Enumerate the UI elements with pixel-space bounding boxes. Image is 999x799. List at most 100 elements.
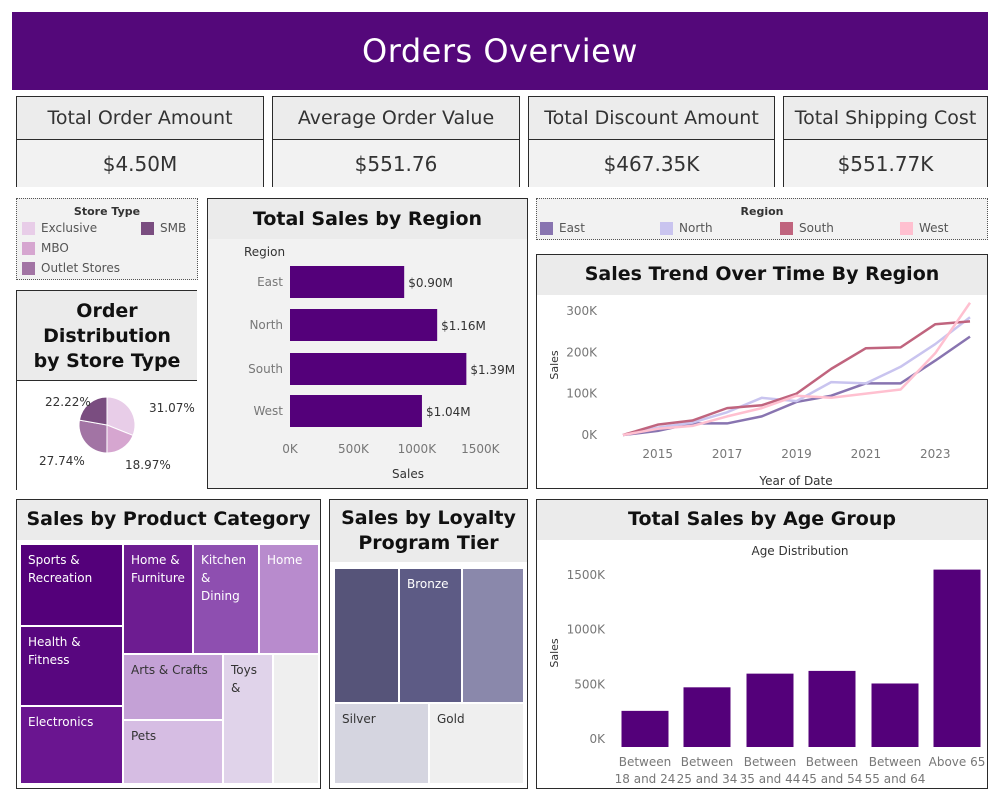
legend-item-smb[interactable]: SMB xyxy=(141,221,186,235)
treemap-tile[interactable]: Bronze xyxy=(399,568,462,703)
product-category-panel: Sales by Product Category Sports & Recre… xyxy=(16,499,321,789)
treemap-tile[interactable]: Sports & Recreation xyxy=(20,544,123,626)
chart-subtitle: Age Distribution xyxy=(751,544,848,558)
line-series-east xyxy=(622,335,971,437)
y-tick-label: 500K xyxy=(574,677,606,691)
treemap-tile[interactable]: Toys & xyxy=(223,654,273,784)
kpi-value: $4.50M xyxy=(17,140,263,187)
panel-title: Sales Trend Over Time By Region xyxy=(537,255,987,295)
panel-title: Total Sales by Age Group xyxy=(537,500,987,540)
store-type-legend[interactable]: Store Type Exclusive SMB MBO Outlet Stor… xyxy=(16,198,198,280)
legend-item-north[interactable]: North xyxy=(660,221,713,235)
store-type-pie-panel: Order Distribution by Store Type 31.07% 1… xyxy=(16,290,197,490)
loyalty-tier-treemap[interactable]: Bronze Silver Gold xyxy=(334,568,524,784)
page-title: Orders Overview xyxy=(362,32,638,70)
legend-label: West xyxy=(919,221,949,235)
y-axis-title: Sales xyxy=(548,638,561,668)
y-tick-label: 1000K xyxy=(567,623,607,637)
bar-north xyxy=(290,309,438,341)
kpi-label: Total Shipping Cost xyxy=(784,97,987,140)
product-category-treemap[interactable]: Sports & Recreation Health & Fitness Elect… xyxy=(20,544,319,784)
x-tick-label: 0K xyxy=(282,442,299,456)
treemap-tile[interactable]: Gold xyxy=(429,703,524,784)
legend-item-west[interactable]: West xyxy=(900,221,949,235)
age-bar xyxy=(683,687,731,747)
x-tick-label: 2021 xyxy=(851,447,882,461)
treemap-tile-label: Sports & Recreation xyxy=(28,553,93,585)
treemap-tile-label: Electronics xyxy=(28,715,94,729)
treemap-tile[interactable]: Kitchen & Dining xyxy=(193,544,259,654)
treemap-tile[interactable] xyxy=(462,568,524,703)
treemap-tile-label: Bronze xyxy=(407,577,449,591)
x-tick-label: 45 and 54 xyxy=(802,772,863,786)
axis-category-title: Region xyxy=(244,245,285,259)
legend-item-exclusive[interactable]: Exclusive xyxy=(22,221,97,235)
legend-swatch xyxy=(900,221,913,235)
legend-label: South xyxy=(799,221,834,235)
x-tick-label: 1000K xyxy=(398,442,438,456)
bar-data-label: $1.16M xyxy=(441,319,486,333)
bar-category-label: West xyxy=(253,404,283,418)
x-tick-label: 2019 xyxy=(781,447,812,461)
treemap-tile[interactable]: Home xyxy=(259,544,319,654)
treemap-tile[interactable] xyxy=(273,654,319,784)
bar-data-label: $1.39M xyxy=(470,363,515,377)
bar-category-label: South xyxy=(248,362,283,376)
age-group-bar-chart[interactable]: Age Distribution 0K 500K 1000K 1500K Sales Bet… xyxy=(537,540,987,788)
treemap-tile[interactable]: Silver xyxy=(334,703,429,784)
legend-label: North xyxy=(679,221,713,235)
treemap-tile[interactable] xyxy=(334,568,399,703)
legend-title: Store Type xyxy=(73,205,141,218)
kpi-label: Total Order Amount xyxy=(17,97,263,140)
bar-category-label: East xyxy=(257,275,283,289)
kpi-average-order-value: Average Order Value $551.76 xyxy=(272,96,520,187)
age-bar xyxy=(933,569,981,747)
y-tick-label: 200K xyxy=(566,345,598,359)
pie-data-label: 18.97% xyxy=(125,458,171,472)
kpi-value: $467.35K xyxy=(529,140,774,187)
legend-swatch xyxy=(780,221,793,235)
legend-swatch xyxy=(660,221,673,235)
kpi-label: Average Order Value xyxy=(273,97,519,140)
x-axis-title: Year of Date xyxy=(758,474,832,488)
treemap-tile[interactable]: Electronics xyxy=(20,706,123,784)
pie-slice-outlet-stores xyxy=(78,419,108,454)
kpi-label: Total Discount Amount xyxy=(529,97,774,140)
legend-swatch xyxy=(540,221,553,235)
panel-title: Sales by Loyalty Program Tier xyxy=(330,500,527,562)
legend-item-east[interactable]: East xyxy=(540,221,585,235)
legend-item-south[interactable]: South xyxy=(780,221,834,235)
y-tick-label: 0K xyxy=(589,732,606,746)
legend-swatch xyxy=(22,241,35,255)
sales-trend-line-chart[interactable]: 0K 100K 200K 300K 2015 2017 2019 2021 2023 Sales Y… xyxy=(537,295,987,488)
kpi-total-shipping-cost: Total Shipping Cost $551.77K xyxy=(783,96,988,187)
panel-title-text: Order Distribution by Store Type xyxy=(33,300,181,372)
region-bar-chart[interactable]: Region East $0.90M North $1.16M South $1.39M We… xyxy=(208,239,527,488)
y-tick-label: 300K xyxy=(566,304,598,318)
legend-item-mbo[interactable]: MBO xyxy=(22,241,69,255)
treemap-tile[interactable]: Home & Furniture xyxy=(123,544,193,654)
line-series-west xyxy=(622,302,972,437)
treemap-tile[interactable]: Health & Fitness xyxy=(20,626,123,706)
legend-title: Region xyxy=(740,205,784,218)
pie-data-label: 27.74% xyxy=(39,454,85,468)
x-tick-label: 1500K xyxy=(461,442,501,456)
legend-label: SMB xyxy=(160,221,187,235)
x-tick-label: Above 65 xyxy=(929,755,986,769)
x-tick-label: Between xyxy=(619,755,672,769)
treemap-tile[interactable]: Pets xyxy=(123,720,223,784)
treemap-tile[interactable]: Arts & Crafts xyxy=(123,654,223,720)
legend-swatch xyxy=(22,221,35,235)
legend-swatch xyxy=(141,221,154,235)
treemap-tile-label: Kitchen & Dining xyxy=(201,553,247,603)
x-tick-label: 2023 xyxy=(920,447,951,461)
treemap-tile-label: Toys & xyxy=(231,663,257,695)
dashboard-header: Orders Overview xyxy=(12,12,988,90)
legend-label: Outlet Stores xyxy=(41,261,120,275)
loyalty-tier-panel: Sales by Loyalty Program Tier Bronze Silv… xyxy=(329,499,528,789)
legend-label: Exclusive xyxy=(41,221,98,235)
treemap-tile-label: Home & Furniture xyxy=(131,553,185,585)
store-type-pie-chart[interactable]: 31.07% 18.97% 27.74% 22.22% xyxy=(17,381,198,491)
legend-item-outlet-stores[interactable]: Outlet Stores xyxy=(22,261,120,275)
region-legend[interactable]: Region East North South West xyxy=(536,198,988,240)
